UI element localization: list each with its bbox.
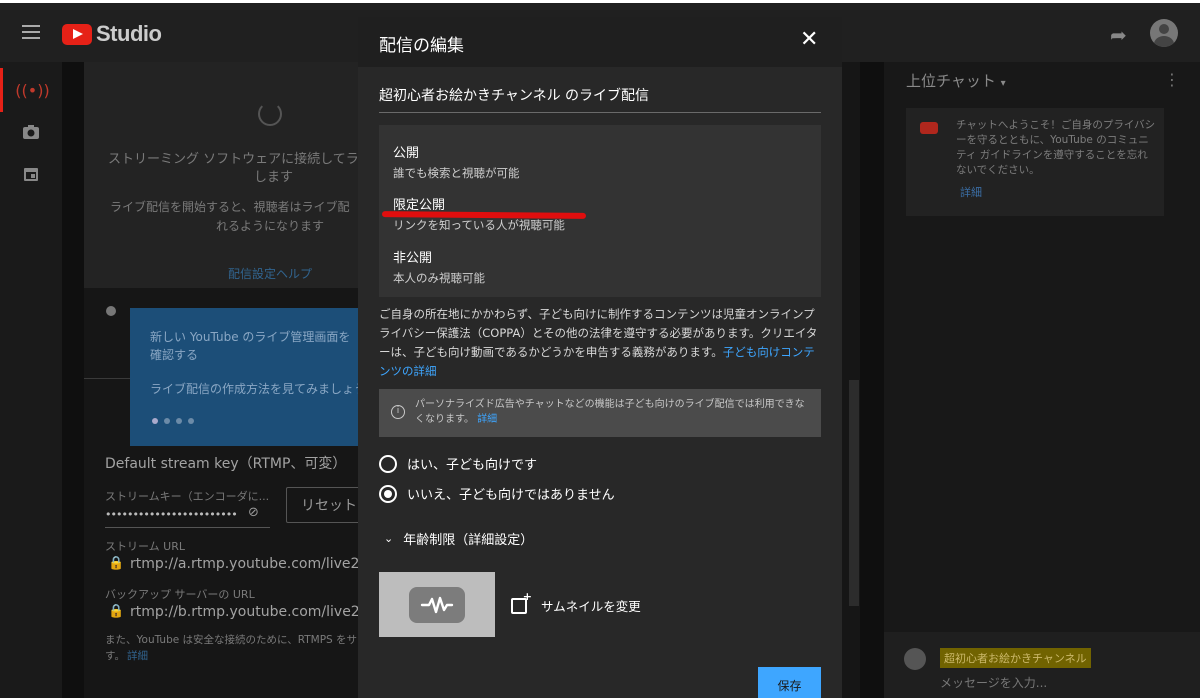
info-link[interactable]: 詳細 [477, 414, 497, 425]
camera-icon[interactable] [0, 110, 62, 154]
lock-icon: 🔒 [108, 556, 125, 571]
option-desc: 本人のみ視聴可能 [393, 271, 485, 285]
stream-key-label: ストリームキー（エンコーダに... [105, 490, 270, 503]
info-box: i パーソナライズド広告やチャットなどの機能は子ども向けのライブ配信では利用でき… [379, 389, 821, 437]
add-photo-icon [511, 590, 532, 614]
stream-title-input[interactable]: 超初心者お絵かきチャンネル のライブ配信 [379, 85, 821, 113]
tooltip-line-2: 確認する [150, 348, 199, 362]
visibility-option-private[interactable]: 非公開 本人のみ視聴可能 [393, 247, 485, 286]
live-icon[interactable]: ((•)) [0, 68, 62, 112]
calendar-icon[interactable] [0, 152, 62, 196]
edit-stream-dialog: 配信の編集 ✕ 超初心者お絵かきチャンネル のライブ配信 公開 誰でも検索と視聴… [358, 17, 842, 698]
info-text-block: パーソナライズド広告やチャットなどの機能は子ども向けのライブ配信では利用できなく… [415, 397, 813, 427]
note-link[interactable]: 詳細 [127, 648, 148, 663]
close-icon[interactable]: ✕ [800, 29, 818, 51]
chat-panel: 上位チャット ▾ ⋮ チャットへようこそ！ご自身のプライバシーを守るとともに、Y… [884, 62, 1200, 698]
note-text: また、YouTube は安全な接続のために、RTMPS をサ [105, 634, 358, 646]
option-label: 非公開 [393, 251, 433, 266]
thumbnail-preview[interactable] [379, 572, 495, 637]
change-thumbnail-button[interactable]: サムネイルを変更 [511, 590, 641, 615]
option-desc: リンクを知っている人が視聴可能 [393, 218, 565, 232]
dialog-header: 配信の編集 ✕ [358, 17, 842, 67]
info-icon: i [391, 405, 405, 419]
stream-key-value: Default stream key（RTMP、可変） [105, 456, 347, 472]
connect-text: ストリーミング ソフトウェアに接続してライ [108, 152, 372, 167]
channel-name-badge: 超初心者お絵かきチャンネル [940, 648, 1091, 668]
option-label: 公開 [393, 146, 420, 161]
menu-icon[interactable] [22, 25, 40, 39]
studio-logo[interactable]: Studio [62, 21, 162, 47]
welcome-card: チャットへようこそ！ご自身のプライバシーを守るとともに、YouTube のコミュ… [906, 108, 1164, 216]
stream-url-label: ストリーム URL [105, 540, 185, 553]
start-text: ライブ配信を開始すると、視聴者はライブ配 [110, 200, 350, 214]
pager-dots[interactable] [152, 418, 194, 424]
account-avatar[interactable] [1150, 19, 1178, 47]
live-waveform-icon [409, 587, 465, 623]
chat-input-area: 超初心者お絵かきチャンネル メッセージを入力... [884, 632, 1200, 698]
coppa-notice: ご自身の所在地にかかわらず、子ども向けに制作するコンテンツは児童オンラインプライ… [379, 305, 823, 381]
option-desc: 誰でも検索と視聴が可能 [393, 166, 520, 180]
tooltip-card: 新しい YouTube のライブ管理画面を 確認する ライブ配信の作成方法を見て… [130, 308, 370, 446]
age-restriction-label: 年齢制限（詳細設定） [403, 533, 534, 548]
start-text-2: れるようになります [216, 219, 325, 233]
welcome-link[interactable]: 詳細 [960, 184, 982, 200]
radio-label: いいえ、子ども向けではありません [407, 488, 615, 503]
loading-spinner-icon [258, 102, 282, 126]
welcome-text: チャットへようこそ！ご自身のプライバシーを守るとともに、YouTube のコミュ… [956, 119, 1156, 176]
logo-text: Studio [96, 21, 162, 46]
radio-made-for-kids[interactable]: はい、子ども向けです [379, 454, 537, 473]
radio-not-for-kids[interactable]: いいえ、子ども向けではありません [379, 484, 615, 503]
note-text-2: す。 [105, 650, 125, 662]
backup-url-label: バックアップ サーバーの URL [105, 588, 255, 601]
visibility-option-public[interactable]: 公開 誰でも検索と視聴が可能 [393, 142, 520, 181]
chevron-down-icon: ⌄ [384, 532, 394, 545]
youtube-logo-icon [62, 23, 92, 45]
visibility-off-icon[interactable]: ⊘ [248, 505, 259, 520]
save-button[interactable]: 保存 [758, 667, 821, 698]
lock-icon-2: 🔒 [108, 604, 125, 619]
stream-url: rtmp://a.rtmp.youtube.com/live2 [130, 556, 360, 572]
radio-button[interactable] [379, 454, 397, 473]
visibility-menu: 公開 誰でも検索と視聴が可能 限定公開 リンクを知っている人が視聴可能 非公開 … [379, 125, 821, 297]
backup-url: rtmp://b.rtmp.youtube.com/live2' [130, 604, 364, 620]
dialog-title: 配信の編集 [379, 36, 464, 56]
help-link[interactable]: 配信設定ヘルプ [228, 265, 312, 282]
option-label: 限定公開 [393, 198, 446, 213]
scrollbar[interactable] [849, 380, 859, 606]
tooltip-line-3: ライブ配信の作成方法を見てみましょう [150, 382, 367, 396]
status-dot [106, 306, 116, 316]
youtube-icon [920, 122, 938, 134]
field-underline [105, 527, 270, 528]
masked-stream-key: •••••••••••••••••••••••• [105, 508, 238, 521]
chat-message-input[interactable]: メッセージを入力... [940, 674, 1047, 691]
tooltip-line-1: 新しい YouTube のライブ管理画面を [150, 330, 351, 344]
chat-header[interactable]: 上位チャット ▾ [906, 70, 1006, 91]
left-nav: ((•)) [0, 62, 62, 698]
more-options-icon[interactable]: ⋮ [1164, 70, 1180, 89]
radio-button-checked[interactable] [379, 484, 397, 503]
user-avatar [904, 648, 926, 670]
info-text: パーソナライズド広告やチャットなどの機能は子ども向けのライブ配信では利用できなく… [415, 399, 805, 425]
connect-text-2: します [254, 170, 294, 185]
age-restriction-toggle[interactable]: ⌄ 年齢制限（詳細設定） [384, 529, 533, 548]
share-icon[interactable]: ➦ [1110, 23, 1127, 47]
change-thumbnail-label: サムネイルを変更 [541, 599, 641, 614]
radio-label: はい、子ども向けです [407, 458, 538, 473]
